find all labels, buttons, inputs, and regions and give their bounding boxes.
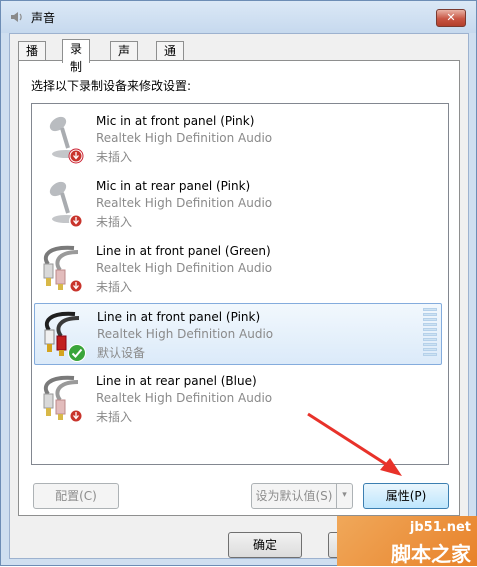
device-driver: Realtek High Definition Audio: [96, 391, 273, 405]
device-driver: Realtek High Definition Audio: [96, 196, 273, 210]
audio-cable-icon: [43, 375, 83, 423]
watermark-brand: 脚本之家: [391, 542, 471, 566]
properties-button[interactable]: 属性(P): [363, 483, 449, 509]
level-meter: [423, 308, 437, 360]
device-item[interactable]: Line in at front panel (Green) Realtek H…: [34, 238, 442, 300]
device-driver: Realtek High Definition Audio: [97, 327, 274, 341]
set-default-button[interactable]: 设为默认值(S) ▾: [251, 483, 353, 509]
speaker-icon: [11, 12, 22, 22]
ok-button[interactable]: 确定: [228, 532, 302, 558]
configure-button[interactable]: 配置(C): [33, 483, 119, 509]
device-driver: Realtek High Definition Audio: [96, 131, 273, 145]
title-bar[interactable]: 声音 ✕: [1, 1, 476, 33]
microphone-icon: [49, 116, 84, 164]
device-name: Mic in at rear panel (Pink): [96, 179, 251, 193]
device-item[interactable]: Mic in at rear panel (Pink) Realtek High…: [34, 173, 442, 235]
device-item-selected[interactable]: Line in at front panel (Pink) Realtek Hi…: [34, 303, 442, 365]
device-name: Line in at front panel (Pink): [97, 310, 261, 324]
instruction-text: 选择以下录制设备来修改设置:: [31, 79, 192, 93]
close-button[interactable]: ✕: [436, 9, 466, 27]
tab-communications[interactable]: 通信: [156, 41, 185, 76]
device-status: 未插入: [96, 150, 133, 164]
device-status: 默认设备: [97, 346, 146, 360]
device-status: 未插入: [96, 410, 133, 424]
tab-sounds[interactable]: 声音: [110, 41, 139, 76]
dialog-client: 播放 录制 声音 通信 选择以下录制设备来修改设置: M: [9, 33, 469, 559]
device-status: 未插入: [96, 280, 133, 294]
audio-cable-icon: [43, 245, 83, 293]
set-default-label: 设为默认值(S): [255, 489, 333, 503]
tab-playback[interactable]: 播放: [18, 41, 47, 76]
device-driver: Realtek High Definition Audio: [96, 261, 273, 275]
device-status: 未插入: [96, 215, 133, 229]
device-name: Mic in at front panel (Pink): [96, 114, 255, 128]
recording-device-list[interactable]: Mic in at front panel (Pink) Realtek Hig…: [31, 103, 449, 465]
device-item[interactable]: Mic in at front panel (Pink) Realtek Hig…: [34, 108, 442, 170]
microphone-icon: [49, 181, 83, 228]
watermark-url: jb51.net: [409, 520, 471, 535]
site-watermark: jb51.net 脚本之家: [337, 516, 477, 566]
tab-recording[interactable]: 录制: [62, 39, 91, 74]
sound-dialog: 声音 ✕ 播放 录制 声音 通信 选择以下录制设备来修改设置:: [0, 0, 477, 566]
window-title: 声音: [31, 11, 56, 25]
recording-tab-panel: 选择以下录制设备来修改设置: Mic in at front panel (Pi…: [18, 60, 460, 516]
device-name: Line in at rear panel (Blue): [96, 374, 257, 388]
device-item[interactable]: Line in at rear panel (Blue) Realtek Hig…: [34, 368, 442, 430]
chevron-down-icon[interactable]: ▾: [336, 484, 352, 508]
default-check-icon: [68, 344, 86, 362]
device-name: Line in at front panel (Green): [96, 244, 271, 258]
